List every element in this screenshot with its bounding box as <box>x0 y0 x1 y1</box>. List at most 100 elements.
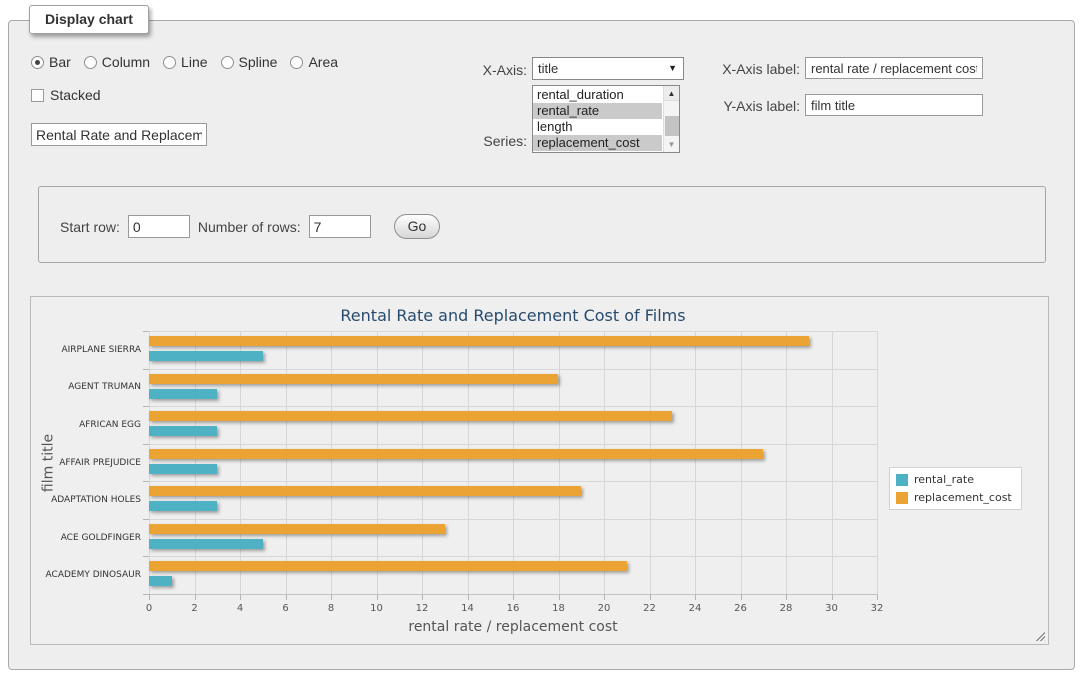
x-axis-label-input[interactable] <box>805 57 983 79</box>
legend-swatch <box>896 474 908 486</box>
go-button[interactable]: Go <box>394 214 441 239</box>
scrollbar-thumb[interactable] <box>665 116 679 136</box>
x-tick-mark <box>331 594 332 600</box>
scroll-up-icon[interactable]: ▲ <box>664 86 679 101</box>
category-label: ACADEMY DINOSAUR <box>31 570 141 580</box>
num-rows-input[interactable] <box>309 215 371 238</box>
series-select-label: Series: <box>427 133 527 149</box>
y-axis-label-input[interactable] <box>805 94 983 116</box>
y-tick-mark <box>143 331 149 332</box>
bar-rental_rate[interactable] <box>149 351 263 361</box>
chart-type-label: Area <box>308 54 338 70</box>
bar-replacement_cost[interactable] <box>149 524 445 534</box>
chart-type-radio-column[interactable]: Column <box>84 54 150 70</box>
chart-type-radio-area[interactable]: Area <box>290 54 338 70</box>
radio-icon <box>31 56 44 69</box>
x-tick-label: 18 <box>552 603 565 614</box>
series-option-replacement_cost[interactable]: replacement_cost <box>533 135 662 151</box>
x-tick-mark <box>741 594 742 600</box>
x-tick-label: 8 <box>328 603 334 614</box>
display-chart-panel: Display chart BarColumnLineSplineArea St… <box>8 20 1075 670</box>
bar-replacement_cost[interactable] <box>149 336 809 346</box>
gridline <box>149 481 877 482</box>
bar-replacement_cost[interactable] <box>149 561 627 571</box>
bar-replacement_cost[interactable] <box>149 374 558 384</box>
chart-type-label: Column <box>102 54 150 70</box>
stacked-checkbox[interactable] <box>31 89 44 102</box>
gridline <box>468 331 469 594</box>
series-option-length[interactable]: length <box>533 119 662 135</box>
gridline <box>786 331 787 594</box>
stacked-checkbox-row[interactable]: Stacked <box>31 87 101 103</box>
legend-item-replacement_cost[interactable]: replacement_cost <box>896 491 1012 504</box>
radio-icon <box>290 56 303 69</box>
series-option-rental_duration[interactable]: rental_duration <box>533 87 662 103</box>
gridline <box>741 331 742 594</box>
gridline <box>559 331 560 594</box>
gridline <box>604 331 605 594</box>
legend-item-rental_rate[interactable]: rental_rate <box>896 473 1012 486</box>
bar-rental_rate[interactable] <box>149 576 172 586</box>
gridline <box>195 331 196 594</box>
x-tick-label: 0 <box>146 603 152 614</box>
x-tick-mark <box>286 594 287 600</box>
x-tick-mark <box>832 594 833 600</box>
gridline <box>149 444 877 445</box>
chevron-down-icon: ▼ <box>668 58 677 79</box>
y-tick-mark <box>143 519 149 520</box>
gridline <box>149 556 877 557</box>
gridline <box>240 331 241 594</box>
category-labels: AIRPLANE SIERRAAGENT TRUMANAFRICAN EGGAF… <box>31 331 141 594</box>
bar-rental_rate[interactable] <box>149 501 217 511</box>
bar-rental_rate[interactable] <box>149 539 263 549</box>
x-tick-label: 32 <box>871 603 884 614</box>
legend-label: rental_rate <box>914 473 974 486</box>
scroll-down-icon[interactable]: ▼ <box>664 139 679 151</box>
gridline <box>149 369 877 370</box>
x-tick-mark <box>604 594 605 600</box>
x-tick-label: 30 <box>825 603 838 614</box>
radio-icon <box>163 56 176 69</box>
chart-type-label: Spline <box>239 54 278 70</box>
radio-icon <box>84 56 97 69</box>
legend-label: replacement_cost <box>914 491 1012 504</box>
bar-replacement_cost[interactable] <box>149 411 672 421</box>
x-tick-label: 16 <box>507 603 520 614</box>
bar-replacement_cost[interactable] <box>149 486 581 496</box>
x-tick-label: 10 <box>370 603 383 614</box>
y-tick-mark <box>143 444 149 445</box>
bar-rental_rate[interactable] <box>149 426 217 436</box>
stacked-label: Stacked <box>50 87 101 103</box>
gridline <box>286 331 287 594</box>
category-label: AFRICAN EGG <box>31 420 141 430</box>
start-row-label: Start row: <box>60 219 120 235</box>
resize-handle-icon[interactable] <box>1034 630 1045 641</box>
x-tick-label: 6 <box>282 603 288 614</box>
y-axis-label-label: Y-Axis label: <box>689 98 800 114</box>
series-multiselect[interactable]: rental_durationrental_ratelengthreplacem… <box>532 85 680 153</box>
gridline <box>832 331 833 594</box>
chart-type-radio-bar[interactable]: Bar <box>31 54 71 70</box>
series-scrollbar[interactable]: ▲ ▼ <box>663 86 679 152</box>
x-tick-label: 20 <box>598 603 611 614</box>
x-tick-mark <box>468 594 469 600</box>
x-tick-label: 26 <box>734 603 747 614</box>
y-tick-mark <box>143 406 149 407</box>
series-option-rental_rate[interactable]: rental_rate <box>533 103 662 119</box>
gridline <box>149 406 877 407</box>
chart-type-radio-spline[interactable]: Spline <box>221 54 278 70</box>
x-axis-select[interactable]: title ▼ <box>532 57 684 80</box>
start-row-input[interactable] <box>128 215 190 238</box>
chart-title-input[interactable] <box>31 123 207 146</box>
bar-replacement_cost[interactable] <box>149 449 763 459</box>
bar-rental_rate[interactable] <box>149 389 217 399</box>
chart-type-radio-line[interactable]: Line <box>163 54 207 70</box>
category-label: AFFAIR PREJUDICE <box>31 458 141 468</box>
x-tick-mark <box>195 594 196 600</box>
chart-legend-items: rental_rate replacement_cost <box>889 467 1022 510</box>
chart-type-label: Line <box>181 54 207 70</box>
gridline <box>149 519 877 520</box>
x-tick-mark <box>513 594 514 600</box>
x-tick-mark <box>650 594 651 600</box>
bar-rental_rate[interactable] <box>149 464 217 474</box>
